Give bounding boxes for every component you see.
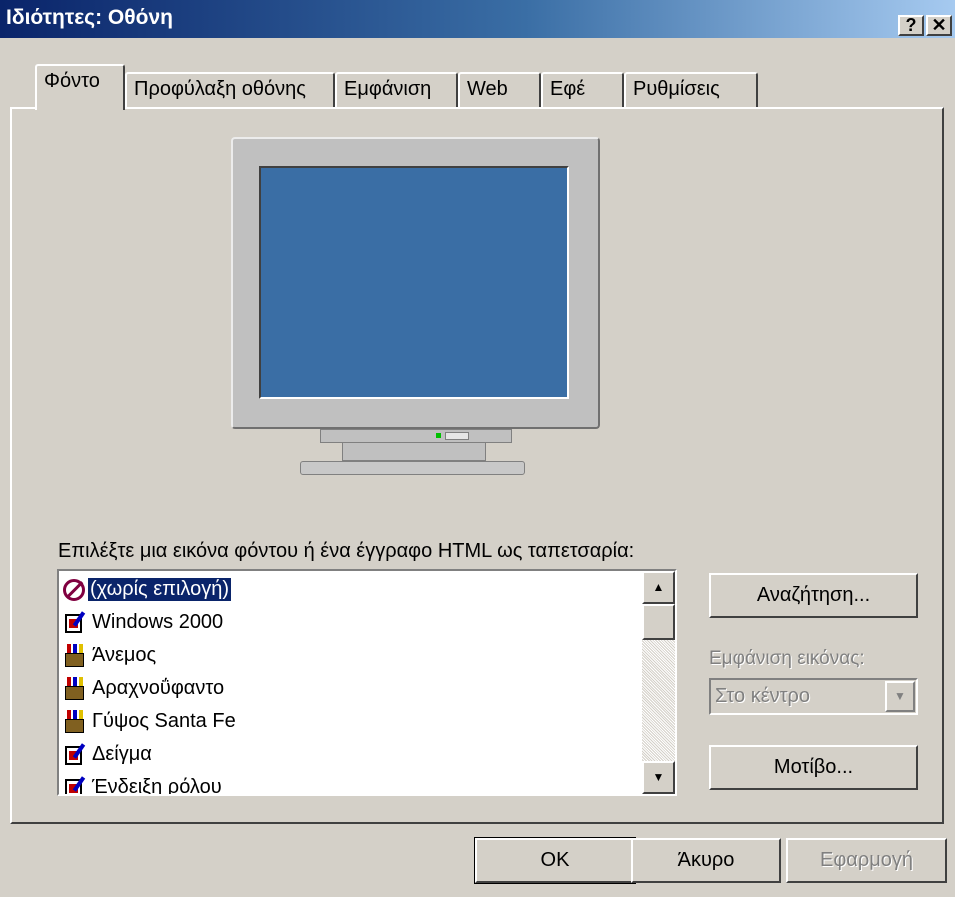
close-button[interactable]: ✕ (926, 15, 952, 36)
list-item-label: Ένδειξη ρόλου (92, 776, 222, 796)
scroll-down-icon[interactable]: ▼ (642, 761, 675, 794)
tab-settings[interactable]: Ρυθμίσεις (624, 72, 758, 108)
list-item-label: (χωρίς επιλογή) (86, 577, 233, 602)
list-item[interactable]: Αραχνοΰφαντο (61, 672, 641, 705)
wallpaper-list[interactable]: (χωρίς επιλογή) Windows 2000 Άνεμος Αραχ… (57, 569, 677, 796)
list-item-label: Άνεμος (92, 644, 157, 666)
tab-effects[interactable]: Εφέ (541, 72, 624, 108)
paintbrush-icon (61, 643, 89, 668)
wallpaper-items: (χωρίς επιλογή) Windows 2000 Άνεμος Αραχ… (61, 573, 641, 796)
tab-appearance[interactable]: Εμφάνιση (335, 72, 458, 108)
title-bar: Ιδιότητες: Οθόνη ? ✕ (0, 0, 955, 38)
monitor-neck (342, 443, 486, 461)
pattern-button[interactable]: Μοτίβο... (709, 745, 918, 790)
help-button[interactable]: ? (898, 15, 924, 36)
document-icon (61, 775, 89, 794)
chevron-down-icon[interactable]: ▼ (885, 681, 915, 712)
list-item[interactable]: Γύψος Santa Fe (61, 705, 641, 738)
list-item[interactable]: Δείγμα (61, 738, 641, 771)
list-item-label: Αραχνοΰφαντο (92, 677, 225, 699)
tab-screensaver[interactable]: Προφύλαξη οθόνης (125, 72, 335, 108)
list-item-label: Δείγμα (92, 743, 152, 765)
tab-background[interactable]: Φόντο (35, 64, 125, 110)
document-icon (61, 610, 89, 635)
browse-button[interactable]: Αναζήτηση... (709, 573, 918, 618)
scroll-thumb[interactable] (642, 604, 675, 640)
display-picture-label: Εμφάνιση εικόνας: (709, 648, 865, 669)
list-item[interactable]: Ένδειξη ρόλου (61, 771, 641, 796)
list-item-label: Windows 2000 (92, 611, 224, 633)
no-entry-icon (63, 578, 85, 601)
cancel-button[interactable]: Άκυρο (631, 838, 781, 883)
power-led-icon (436, 433, 441, 438)
monitor-stand (320, 429, 512, 443)
monitor-button-icon (445, 432, 469, 440)
display-picture-value: Στο κέντρο (715, 685, 811, 707)
monitor-preview (231, 137, 600, 429)
list-item-label: Γύψος Santa Fe (92, 710, 236, 732)
paintbrush-icon (61, 676, 89, 701)
apply-button[interactable]: Εφαρμογή (786, 838, 947, 883)
paintbrush-icon (61, 709, 89, 734)
scroll-up-icon[interactable]: ▲ (642, 571, 675, 604)
list-scrollbar[interactable]: ▲ ▼ (642, 571, 675, 794)
list-item[interactable]: Άνεμος (61, 639, 641, 672)
ok-button[interactable]: OK (474, 837, 636, 884)
list-item[interactable]: Windows 2000 (61, 606, 641, 639)
document-icon (61, 742, 89, 767)
monitor-base (300, 461, 525, 475)
tab-web[interactable]: Web (458, 72, 541, 108)
display-picture-select[interactable]: Στο κέντρο ▼ (709, 678, 918, 715)
window-title: Ιδιότητες: Οθόνη (6, 6, 173, 29)
desktop-preview (259, 166, 569, 399)
list-item[interactable]: (χωρίς επιλογή) (61, 573, 641, 606)
wallpaper-label: Επιλέξτε μια εικόνα φόντου ή ένα έγγραφο… (58, 540, 635, 562)
